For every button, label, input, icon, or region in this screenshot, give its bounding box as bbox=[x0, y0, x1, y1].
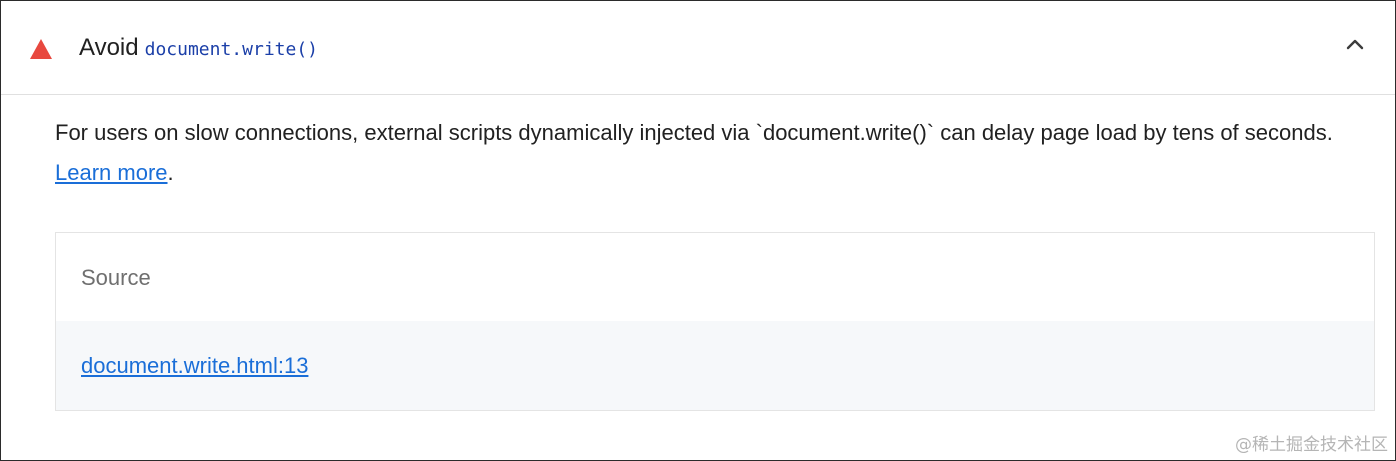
table-row: document.write.html:13 bbox=[56, 321, 1374, 410]
column-header-source: Source bbox=[81, 265, 151, 290]
description-suffix: . bbox=[167, 160, 174, 185]
warning-triangle-icon bbox=[30, 39, 52, 59]
source-link[interactable]: document.write.html:13 bbox=[81, 351, 308, 381]
audit-title-text: Avoid bbox=[79, 34, 139, 61]
learn-more-link[interactable]: Learn more bbox=[55, 160, 168, 185]
audit-title: Avoid document.write() bbox=[79, 33, 318, 65]
audit-header[interactable]: Avoid document.write() bbox=[1, 1, 1395, 95]
chevron-up-icon[interactable] bbox=[1343, 33, 1367, 57]
description-text: For users on slow connections, external … bbox=[55, 120, 1333, 145]
details-table: Source document.write.html:13 bbox=[55, 232, 1375, 411]
audit-description: For users on slow connections, external … bbox=[55, 113, 1375, 193]
audit-title-code: document.write() bbox=[144, 39, 318, 60]
watermark: @稀土掘金技术社区 bbox=[1235, 435, 1388, 455]
audit-panel: Avoid document.write() For users on slow … bbox=[0, 0, 1396, 461]
